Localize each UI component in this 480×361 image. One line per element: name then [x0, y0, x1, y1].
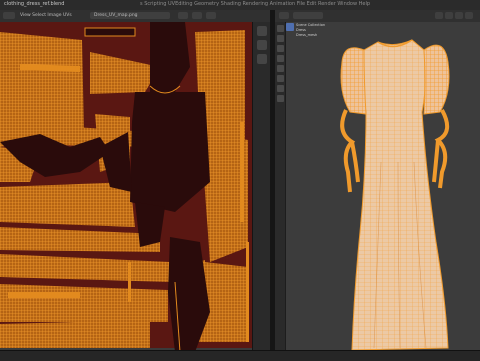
- transform-tool-icon[interactable]: [276, 75, 284, 82]
- shading-button-3[interactable]: [455, 12, 463, 19]
- uv-menu[interactable]: View Select Image UVs: [20, 13, 72, 18]
- viewport-toolbar: [275, 22, 285, 350]
- uv-sidebar: [252, 22, 271, 350]
- viewport-mode-menu[interactable]: [293, 12, 323, 19]
- shading-button-4[interactable]: [465, 12, 473, 19]
- workspace-tabs[interactable]: s Scripting UVEditing Geometry Shading R…: [140, 1, 370, 7]
- window-title: clothing_dress_ref.blend: [4, 1, 65, 7]
- right-sleeve: [423, 44, 450, 115]
- status-bar: [0, 350, 480, 361]
- rotate-tool-icon[interactable]: [276, 55, 284, 62]
- left-sleeve: [340, 47, 367, 115]
- editor-type-button[interactable]: [3, 12, 15, 19]
- left-ribbon: [340, 109, 360, 193]
- move-tool-icon[interactable]: [276, 45, 284, 52]
- overlay-button[interactable]: [178, 12, 188, 19]
- dress-model[interactable]: [286, 22, 480, 350]
- scale-tool-icon[interactable]: [276, 65, 284, 72]
- image-name: Dress_UV_map.png: [94, 13, 138, 18]
- pin-button[interactable]: [206, 12, 216, 19]
- uv-tool-2[interactable]: [257, 40, 267, 50]
- cursor-tool-icon[interactable]: [276, 35, 284, 42]
- shading-button-1[interactable]: [435, 12, 443, 19]
- uv-canvas[interactable]: [0, 22, 252, 350]
- shading-button-2[interactable]: [445, 12, 453, 19]
- uv-tool-3[interactable]: [257, 54, 267, 64]
- view-button[interactable]: [192, 12, 202, 19]
- uv-tool-1[interactable]: [257, 26, 267, 36]
- select-tool-icon[interactable]: [276, 25, 284, 32]
- annotate-tool-icon[interactable]: [276, 85, 284, 92]
- measure-tool-icon[interactable]: [276, 95, 284, 102]
- right-ribbon: [432, 109, 450, 189]
- viewport-editor-type[interactable]: [279, 12, 289, 19]
